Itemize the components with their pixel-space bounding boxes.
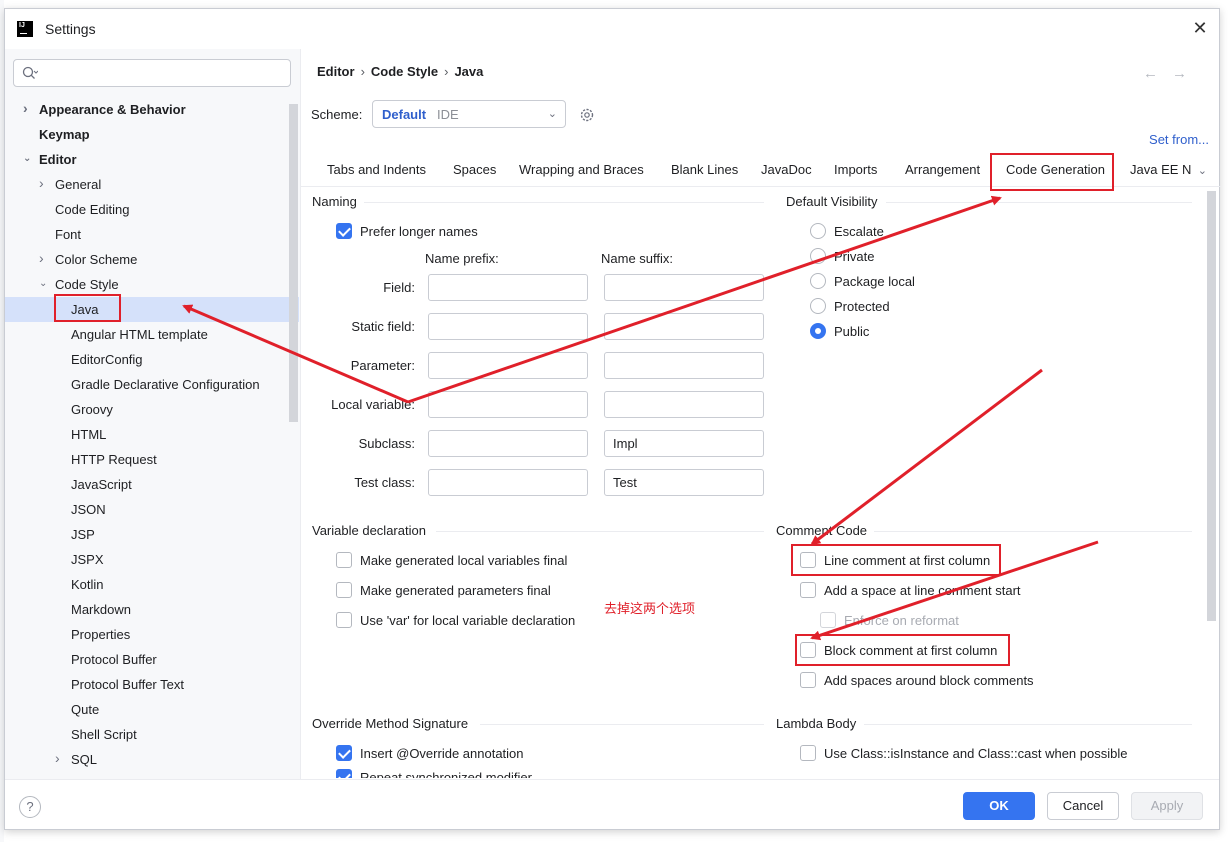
- name-suffix-header: Name suffix:: [601, 251, 674, 266]
- section-divider: [436, 531, 764, 532]
- name-prefix-field[interactable]: [428, 352, 588, 379]
- comment-code-option-checkbox[interactable]: [800, 672, 816, 688]
- override-option-checkbox[interactable]: [336, 745, 352, 761]
- section-divider: [864, 724, 1192, 725]
- highlight-box-line-comment: [791, 544, 1001, 576]
- visibility-radio-label: Escalate: [834, 224, 884, 239]
- default-visibility-section-title: Default Visibility: [786, 194, 878, 209]
- visibility-radio-private[interactable]: [810, 248, 826, 264]
- prefer-longer-names-checkbox[interactable]: [336, 223, 352, 239]
- name-suffix-field[interactable]: Impl: [604, 430, 764, 457]
- name-prefix-field[interactable]: [428, 391, 588, 418]
- name-suffix-field[interactable]: [604, 274, 764, 301]
- naming-row-label: Parameter:: [350, 358, 415, 373]
- visibility-radio-package-local[interactable]: [810, 273, 826, 289]
- comment-code-option-checkbox[interactable]: [800, 582, 816, 598]
- highlight-box-block-comment: [795, 634, 1010, 666]
- override-option-checkbox[interactable]: [336, 769, 352, 778]
- override-option-label: Insert @Override annotation: [360, 746, 524, 761]
- lambda-option-checkbox[interactable]: [800, 745, 816, 761]
- prefer-longer-names-label: Prefer longer names: [360, 224, 478, 239]
- variable-declaration-option-checkbox[interactable]: [336, 582, 352, 598]
- naming-row-label: Subclass:: [358, 436, 415, 451]
- name-suffix-field[interactable]: [604, 352, 764, 379]
- naming-row-label: Local variable:: [331, 397, 415, 412]
- ok-button[interactable]: OK: [963, 792, 1035, 820]
- override-option-label: Repeat synchronized modifier: [360, 770, 532, 778]
- comment-code-option-label: Add spaces around block comments: [824, 673, 1034, 688]
- section-divider: [886, 202, 1192, 203]
- naming-section-title: Naming: [312, 194, 357, 209]
- variable-declaration-option-label: Make generated parameters final: [360, 583, 551, 598]
- apply-button[interactable]: Apply: [1131, 792, 1203, 820]
- override-method-signature-section-title: Override Method Signature: [312, 716, 469, 731]
- visibility-radio-protected[interactable]: [810, 298, 826, 314]
- section-divider: [364, 202, 764, 203]
- name-prefix-field[interactable]: [428, 274, 588, 301]
- comment-code-option-checkbox: [820, 612, 836, 628]
- naming-row-label: Static field:: [351, 319, 415, 334]
- visibility-radio-label: Package local: [834, 274, 915, 289]
- highlight-box-java: [54, 294, 121, 322]
- comment-code-option-label: Add a space at line comment start: [824, 583, 1021, 598]
- variable-declaration-option-checkbox[interactable]: [336, 552, 352, 568]
- comment-code-section-title: Comment Code: [776, 523, 868, 538]
- help-icon[interactable]: ?: [19, 796, 41, 818]
- name-suffix-field[interactable]: [604, 391, 764, 418]
- variable-declaration-option-label: Make generated local variables final: [360, 553, 568, 568]
- name-suffix-field[interactable]: Test: [604, 469, 764, 496]
- naming-row-label: Field:: [383, 280, 415, 295]
- code-generation-panel: Naming Prefer longer names Name prefix: …: [0, 0, 1228, 778]
- visibility-radio-label: Private: [834, 249, 875, 264]
- name-suffix-field[interactable]: [604, 313, 764, 340]
- visibility-radio-public[interactable]: [810, 323, 826, 339]
- section-divider: [480, 724, 764, 725]
- cancel-button[interactable]: Cancel: [1047, 792, 1119, 820]
- visibility-radio-label: Protected: [834, 299, 890, 314]
- variable-declaration-option-label: Use 'var' for local variable declaration: [360, 613, 576, 628]
- section-divider: [874, 531, 1192, 532]
- variable-declaration-section-title: Variable declaration: [312, 523, 426, 538]
- naming-row-label: Test class:: [354, 475, 415, 490]
- highlight-box-code-generation: [990, 153, 1114, 191]
- name-prefix-field[interactable]: [428, 430, 588, 457]
- name-prefix-field[interactable]: [428, 313, 588, 340]
- name-prefix-field[interactable]: [428, 469, 588, 496]
- visibility-radio-label: Public: [834, 324, 870, 339]
- annotation-note: 去掉这两个选项: [604, 601, 696, 616]
- dialog-footer: ? OK Cancel Apply: [5, 779, 1219, 831]
- comment-code-option-label: Enforce on reformat: [844, 613, 959, 628]
- variable-declaration-option-checkbox[interactable]: [336, 612, 352, 628]
- name-prefix-header: Name prefix:: [425, 251, 499, 266]
- lambda-body-section-title: Lambda Body: [776, 716, 857, 731]
- visibility-radio-escalate[interactable]: [810, 223, 826, 239]
- lambda-option-label: Use Class::isInstance and Class::cast wh…: [824, 746, 1128, 761]
